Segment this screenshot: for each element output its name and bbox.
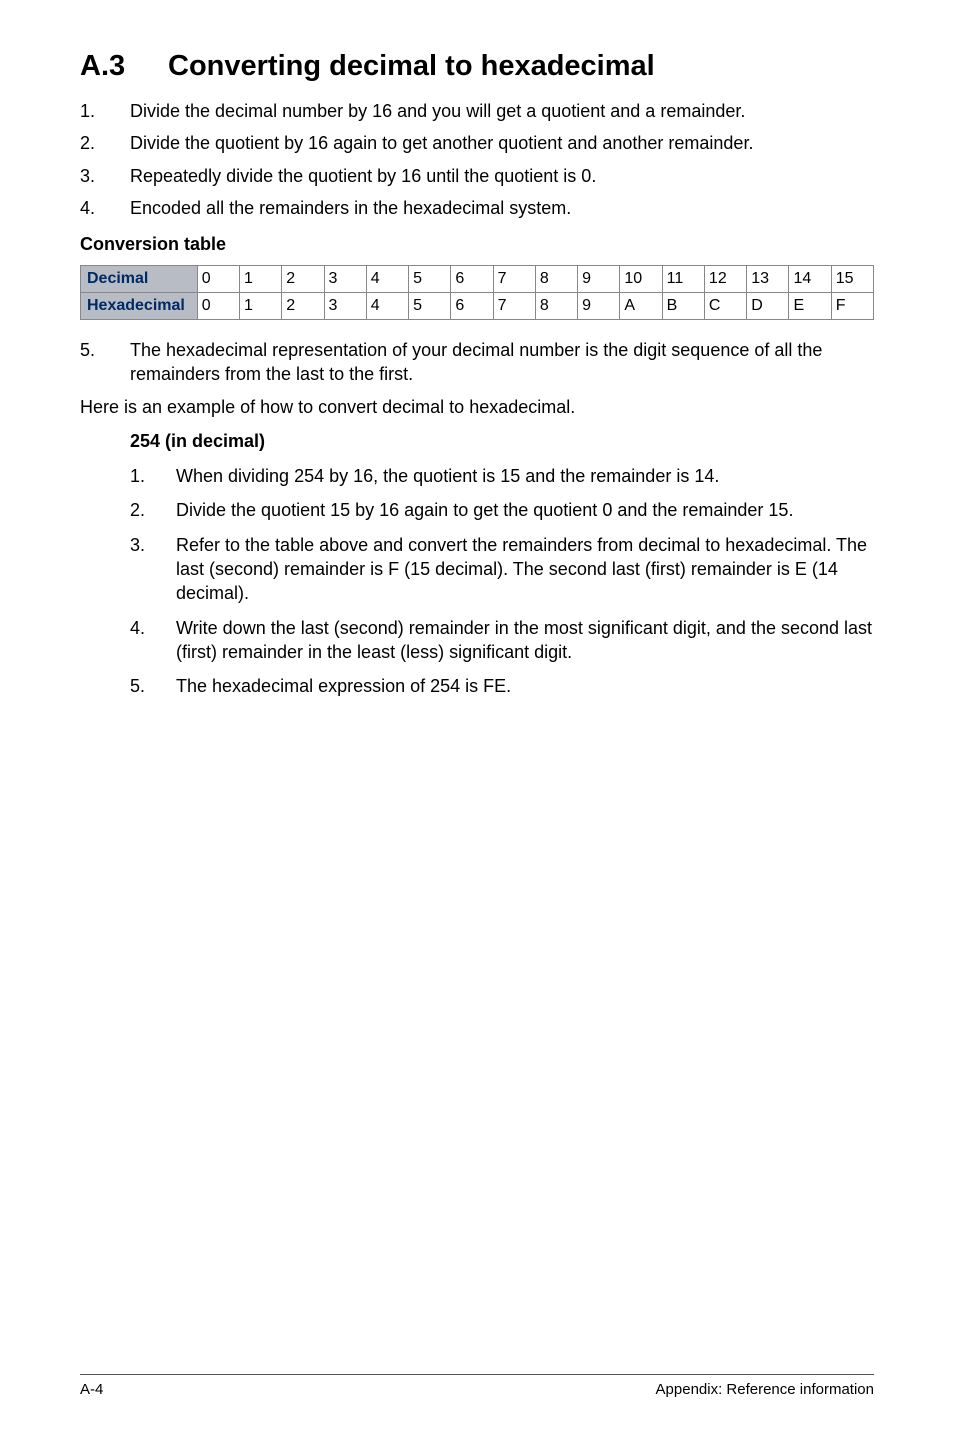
- section-title: Converting decimal to hexadecimal: [168, 50, 655, 82]
- table-caption: Conversion table: [80, 234, 874, 255]
- table-row: Hexadecimal 0 1 2 3 4 5 6 7 8 9 A B C D …: [81, 293, 874, 320]
- footer-page-number: A-4: [80, 1381, 103, 1398]
- list-item: 5.The hexadecimal expression of 254 is F…: [130, 674, 874, 698]
- example-intro: Here is an example of how to convert dec…: [80, 395, 874, 419]
- list-item: 5.The hexadecimal representation of your…: [80, 338, 874, 387]
- row-header-hex: Hexadecimal: [81, 293, 198, 320]
- section-heading: A.3Converting decimal to hexadecimal: [80, 50, 874, 83]
- footer-section-label: Appendix: Reference information: [656, 1381, 874, 1398]
- step5-list: 5.The hexadecimal representation of your…: [80, 338, 874, 387]
- list-item: 2.Divide the quotient by 16 again to get…: [80, 131, 874, 155]
- example-steps-list: 1.When dividing 254 by 16, the quotient …: [130, 464, 874, 698]
- page-footer: A-4 Appendix: Reference information: [80, 1374, 874, 1398]
- example-title: 254 (in decimal): [130, 431, 874, 452]
- list-item: 3.Refer to the table above and convert t…: [130, 533, 874, 606]
- conversion-table: Decimal 0 1 2 3 4 5 6 7 8 9 10 11 12 13 …: [80, 265, 874, 320]
- list-item: 1.Divide the decimal number by 16 and yo…: [80, 99, 874, 123]
- list-item: 2.Divide the quotient 15 by 16 again to …: [130, 498, 874, 522]
- list-item: 3.Repeatedly divide the quotient by 16 u…: [80, 164, 874, 188]
- row-header-decimal: Decimal: [81, 266, 198, 293]
- list-item: 4.Write down the last (second) remainder…: [130, 616, 874, 665]
- section-number: A.3: [80, 50, 168, 83]
- list-item: 1.When dividing 254 by 16, the quotient …: [130, 464, 874, 488]
- table-row: Decimal 0 1 2 3 4 5 6 7 8 9 10 11 12 13 …: [81, 266, 874, 293]
- list-item: 4.Encoded all the remainders in the hexa…: [80, 196, 874, 220]
- top-steps-list: 1.Divide the decimal number by 16 and yo…: [80, 99, 874, 220]
